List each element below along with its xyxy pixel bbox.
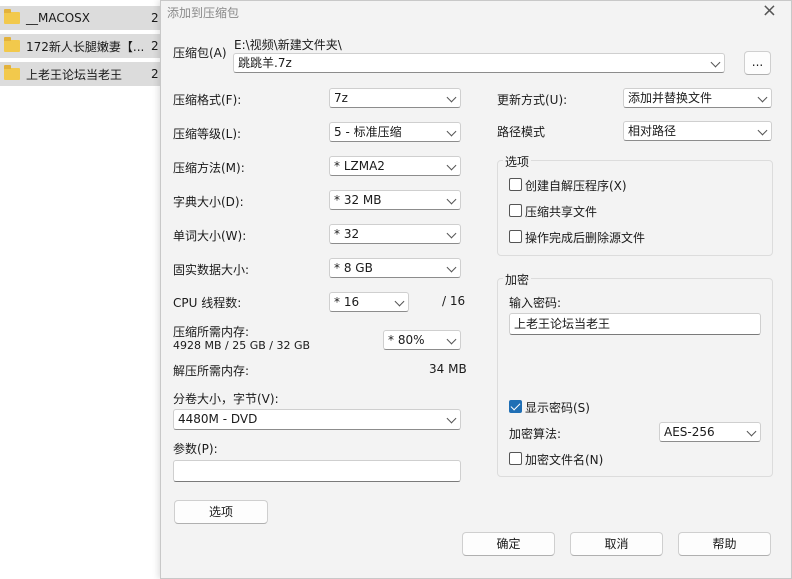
solid-value: * 8 GB	[334, 261, 373, 275]
solid-select[interactable]: * 8 GB	[329, 258, 461, 278]
delete-after-label: 操作完成后删除源文件	[525, 231, 646, 245]
chevron-down-icon	[746, 426, 757, 437]
update-value: 添加并替换文件	[628, 91, 713, 105]
pathmode-value: 相对路径	[628, 124, 677, 138]
dialog-title: 添加到压缩包	[167, 6, 240, 20]
level-select[interactable]: 5 - 标准压缩	[329, 122, 461, 142]
chevron-down-icon	[446, 228, 457, 239]
level-label: 压缩等级(L):	[173, 127, 242, 141]
folder-icon	[4, 9, 20, 24]
pathmode-select[interactable]: 相对路径	[623, 121, 772, 141]
encrypt-names-checkbox[interactable]	[509, 452, 522, 465]
mem-compress-detail: 4928 MB / 25 GB / 32 GB	[173, 339, 311, 352]
mem-decompress-value: 34 MB	[429, 362, 467, 376]
delete-after-checkbox[interactable]	[509, 230, 522, 243]
list-item[interactable]: __MACOSX 2	[0, 6, 170, 30]
threads-max: / 16	[442, 294, 466, 308]
chevron-down-icon	[446, 413, 457, 424]
chevron-down-icon	[446, 160, 457, 171]
chevron-down-icon	[446, 194, 457, 205]
options-button[interactable]: 选项	[174, 500, 268, 524]
chevron-down-icon	[446, 126, 457, 137]
threads-select[interactable]: * 16	[329, 292, 409, 312]
list-item[interactable]: 上老王论坛当老王 2	[0, 62, 170, 86]
threads-value: * 16	[334, 295, 360, 309]
volume-value: 4480M - DVD	[178, 412, 258, 426]
pathmode-label: 路径模式	[497, 125, 546, 139]
ok-button[interactable]: 确定	[462, 532, 555, 556]
level-value: 5 - 标准压缩	[334, 125, 402, 139]
method-label: 压缩方法(M):	[173, 161, 245, 175]
mem-decompress-label: 解压所需内存:	[173, 364, 250, 378]
encryption-method-value: AES-256	[664, 425, 715, 439]
chevron-down-icon	[446, 262, 457, 273]
update-select[interactable]: 添加并替换文件	[623, 88, 772, 108]
file-name: 上老王论坛当老王	[26, 67, 123, 82]
mem-percent-value: * 80%	[388, 333, 425, 347]
file-size: 2	[151, 11, 159, 25]
encrypt-names-label: 加密文件名(N)	[525, 453, 604, 467]
file-size: 2	[151, 67, 159, 81]
solid-label: 固实数据大小:	[173, 263, 250, 277]
chevron-down-icon	[757, 92, 768, 103]
dict-select[interactable]: * 32 MB	[329, 190, 461, 210]
chevron-down-icon	[757, 125, 768, 136]
password-label: 输入密码:	[509, 296, 562, 310]
help-button[interactable]: 帮助	[678, 532, 771, 556]
file-name: __MACOSX	[26, 11, 91, 25]
params-input[interactable]	[173, 460, 461, 482]
shared-files-label: 压缩共享文件	[525, 205, 598, 219]
dict-value: * 32 MB	[334, 193, 382, 207]
archive-path: E:\视频\新建文件夹\	[234, 38, 342, 52]
threads-label: CPU 线程数:	[173, 296, 242, 310]
word-value: * 32	[334, 227, 360, 241]
format-label: 压缩格式(F):	[173, 93, 242, 107]
browse-button[interactable]: ...	[744, 51, 771, 75]
archive-label: 压缩包(A)	[173, 46, 227, 60]
encryption-group-title: 加密	[503, 271, 532, 288]
volume-select[interactable]: 4480M - DVD	[173, 409, 461, 430]
method-select[interactable]: * LZMA2	[329, 156, 461, 176]
chevron-down-icon	[394, 296, 405, 307]
options-group-title: 选项	[503, 153, 532, 170]
word-select[interactable]: * 32	[329, 224, 461, 244]
cancel-button[interactable]: 取消	[570, 532, 663, 556]
chevron-down-icon	[446, 92, 457, 103]
word-label: 单词大小(W):	[173, 229, 247, 243]
chevron-down-icon	[446, 334, 457, 345]
file-size: 2	[151, 39, 159, 53]
shared-files-checkbox[interactable]	[509, 204, 522, 217]
explorer-file-list: __MACOSX 2 172新人长腿嫩妻【... 2 上老王论坛当老王 2	[0, 0, 170, 579]
dict-label: 字典大小(D):	[173, 195, 244, 209]
mem-compress-label: 压缩所需内存:	[173, 325, 250, 339]
list-item[interactable]: 172新人长腿嫩妻【... 2	[0, 34, 170, 58]
add-to-archive-dialog: 添加到压缩包 × 压缩包(A) E:\视频\新建文件夹\ 跳跳羊.7z ... …	[160, 0, 792, 579]
volume-label: 分卷大小，字节(V):	[173, 392, 279, 406]
close-icon[interactable]: ×	[762, 2, 777, 20]
mem-percent-select[interactable]: * 80%	[383, 330, 461, 350]
encryption-method-select[interactable]: AES-256	[659, 422, 761, 442]
password-input[interactable]: 上老王论坛当老王	[509, 313, 761, 335]
update-label: 更新方式(U):	[497, 93, 568, 107]
archive-name-combo[interactable]: 跳跳羊.7z	[233, 53, 725, 73]
sfx-label: 创建自解压程序(X)	[525, 179, 627, 193]
format-value: 7z	[334, 91, 348, 105]
folder-icon	[4, 65, 20, 80]
file-name: 172新人长腿嫩妻【...	[26, 39, 145, 54]
format-select[interactable]: 7z	[329, 88, 461, 108]
method-value: * LZMA2	[334, 159, 385, 173]
encryption-method-label: 加密算法:	[509, 427, 562, 441]
sfx-checkbox[interactable]	[509, 178, 522, 191]
show-password-checkbox[interactable]	[509, 400, 522, 413]
folder-icon	[4, 37, 20, 52]
params-label: 参数(P):	[173, 442, 218, 456]
show-password-label: 显示密码(S)	[525, 401, 590, 415]
archive-name-value: 跳跳羊.7z	[238, 56, 292, 70]
chevron-down-icon	[710, 57, 721, 68]
